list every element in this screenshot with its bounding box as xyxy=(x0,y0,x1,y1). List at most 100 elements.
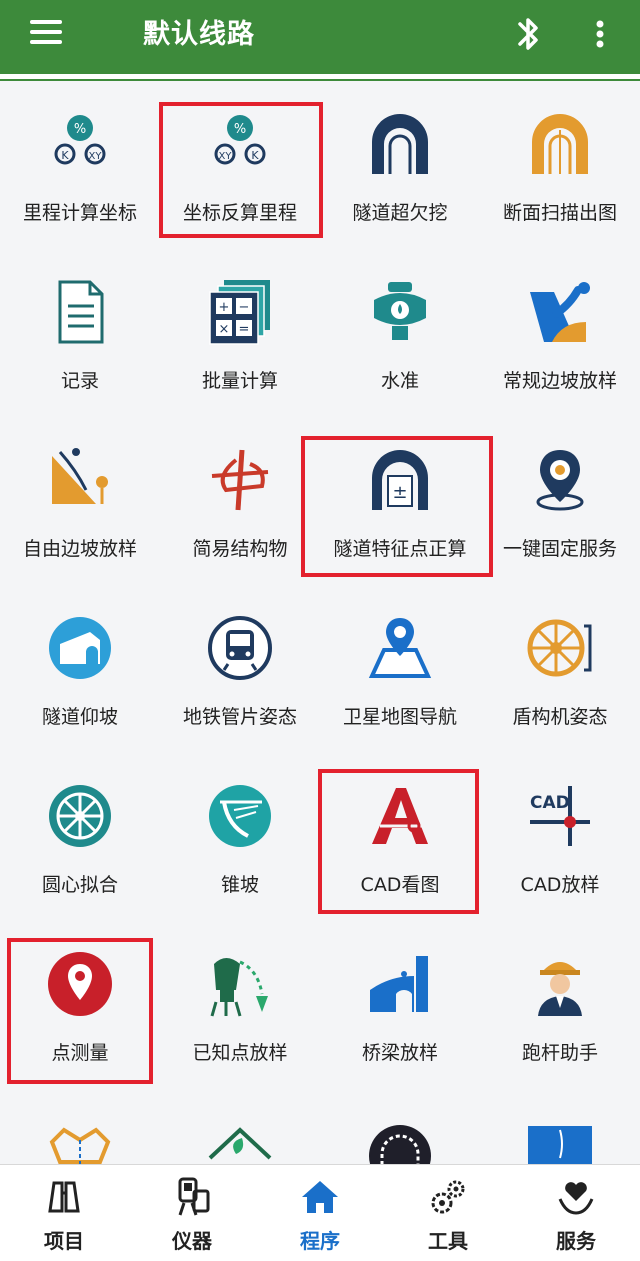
simple-structure-icon xyxy=(206,446,274,514)
crown-survey-icon xyxy=(46,1122,114,1164)
program-rod-assistant[interactable]: 跑杆助手 xyxy=(480,926,640,1094)
program-batch-calculate[interactable]: + − × = 批量计算 xyxy=(160,254,320,422)
batch-calculator-icon: + − × = xyxy=(206,278,274,346)
program-tunnel-slope[interactable]: 隧道仰坡 xyxy=(0,590,160,758)
tab-label: 仪器 xyxy=(172,1229,212,1253)
program-mileage-to-coordinate[interactable]: % K XY 里程计算坐标 xyxy=(0,86,160,254)
worker-helmet-icon xyxy=(526,950,594,1018)
program-label: 常规边坡放样 xyxy=(502,370,617,392)
program-record[interactable]: 记录 xyxy=(0,254,160,422)
slope-stakeout-icon xyxy=(526,278,594,346)
app-bar: 默认线路 xyxy=(0,0,640,74)
program-label: 自由边坡放样 xyxy=(22,538,137,560)
program-cone-slope[interactable]: 锥坡 xyxy=(160,758,320,926)
location-pin-icon xyxy=(526,446,594,514)
program-label: 已知点放样 xyxy=(192,1042,288,1064)
app-bar-divider xyxy=(0,74,640,81)
program-section-scan[interactable]: 断面扫描出图 xyxy=(480,86,640,254)
program-shield-machine-attitude[interactable]: 盾构机姿态 xyxy=(480,590,640,758)
svg-text:%: % xyxy=(74,122,86,137)
tab-instrument[interactable]: 仪器 xyxy=(128,1165,256,1261)
program-bridge-stakeout[interactable]: 桥梁放样 xyxy=(320,926,480,1094)
heart-hand-icon xyxy=(556,1177,596,1217)
metro-train-icon xyxy=(206,614,274,682)
tunnel-round-icon xyxy=(366,1122,434,1164)
circle-fit-icon xyxy=(46,782,114,850)
program-label: 简易结构物 xyxy=(192,538,288,560)
highlight-frame xyxy=(318,769,479,914)
program-label: 批量计算 xyxy=(201,370,278,392)
satellite-map-icon xyxy=(366,614,434,682)
program-label: 锥坡 xyxy=(220,874,259,896)
program-label: 一键固定服务 xyxy=(502,538,617,560)
tab-label: 项目 xyxy=(44,1229,84,1253)
program-simple-structure[interactable]: 简易结构物 xyxy=(160,422,320,590)
tab-program[interactable]: 程序 xyxy=(256,1165,384,1261)
program-label: 断面扫描出图 xyxy=(502,202,617,224)
tab-label: 服务 xyxy=(556,1229,596,1253)
cone-slope-icon xyxy=(206,782,274,850)
program-level[interactable]: 水准 xyxy=(320,254,480,422)
svg-text:−: − xyxy=(239,300,250,315)
tunnel-overbreak-icon xyxy=(366,110,434,178)
program-slope-stakeout[interactable]: 常规边坡放样 xyxy=(480,254,640,422)
program-one-click-fixed-service[interactable]: 一键固定服务 xyxy=(480,422,640,590)
program-label: 圆心拟合 xyxy=(41,874,118,896)
tunnel-slope-icon xyxy=(46,614,114,682)
program-tunnel-overbreak[interactable]: 隧道超欠挖 xyxy=(320,86,480,254)
known-point-stakeout-icon xyxy=(206,950,274,1018)
program-known-point-stakeout[interactable]: 已知点放样 xyxy=(160,926,320,1094)
program-partial-1[interactable] xyxy=(0,1094,160,1164)
program-partial-3[interactable] xyxy=(320,1094,480,1164)
program-label: 卫星地图导航 xyxy=(342,706,457,728)
tab-tools[interactable]: 工具 xyxy=(384,1165,512,1261)
section-scan-icon xyxy=(526,110,594,178)
hamburger-menu-icon[interactable] xyxy=(24,14,68,58)
program-label: 跑杆助手 xyxy=(521,1042,598,1064)
tab-project[interactable]: 项目 xyxy=(0,1165,128,1261)
house-leaf-icon xyxy=(206,1124,274,1164)
svg-text:XY: XY xyxy=(89,151,103,162)
program-label: 里程计算坐标 xyxy=(22,202,137,224)
program-label: CAD放样 xyxy=(520,874,600,896)
tab-label: 工具 xyxy=(428,1229,468,1253)
svg-text:+: + xyxy=(219,300,230,315)
svg-text:CAD: CAD xyxy=(530,793,570,813)
record-document-icon xyxy=(46,278,114,346)
program-label: 隧道超欠挖 xyxy=(352,202,448,224)
instrument-icon xyxy=(172,1177,212,1217)
blue-panel-icon xyxy=(526,1124,594,1164)
highlight-frame xyxy=(301,436,493,577)
highlight-frame xyxy=(7,938,153,1084)
program-label: 地铁管片姿态 xyxy=(182,706,297,728)
program-partial-2[interactable] xyxy=(160,1094,320,1164)
mileage-to-coordinate-icon: % K XY xyxy=(46,110,114,178)
more-vertical-icon[interactable] xyxy=(588,12,612,56)
highlight-frame xyxy=(159,102,323,238)
program-circle-fit[interactable]: 圆心拟合 xyxy=(0,758,160,926)
program-metro-segment-attitude[interactable]: 地铁管片姿态 xyxy=(160,590,320,758)
program-cad-stakeout[interactable]: CAD CAD放样 xyxy=(480,758,640,926)
svg-text:K: K xyxy=(61,149,69,162)
tab-service[interactable]: 服务 xyxy=(512,1165,640,1261)
program-label: 盾构机姿态 xyxy=(512,706,608,728)
bridge-stakeout-icon xyxy=(366,950,434,1018)
cad-stakeout-icon: CAD xyxy=(526,782,594,850)
program-free-slope-stakeout[interactable]: 自由边坡放样 xyxy=(0,422,160,590)
svg-text:=: = xyxy=(239,322,250,337)
free-slope-stakeout-icon xyxy=(46,446,114,514)
bottom-tab-bar: 项目 仪器 程序 工具 服务 xyxy=(0,1164,640,1261)
bluetooth-icon[interactable] xyxy=(508,12,548,56)
svg-text:×: × xyxy=(219,322,230,337)
shield-machine-icon xyxy=(526,614,594,682)
program-satellite-map-nav[interactable]: 卫星地图导航 xyxy=(320,590,480,758)
gears-icon xyxy=(428,1177,468,1217)
level-instrument-icon xyxy=(366,278,434,346)
home-icon xyxy=(300,1177,340,1217)
route-title[interactable]: 默认线路 xyxy=(143,12,255,51)
program-partial-4[interactable] xyxy=(480,1094,640,1164)
program-label: 记录 xyxy=(60,370,99,392)
program-label: 隧道仰坡 xyxy=(41,706,118,728)
tab-label: 程序 xyxy=(300,1229,340,1253)
program-label: 桥梁放样 xyxy=(361,1042,438,1064)
